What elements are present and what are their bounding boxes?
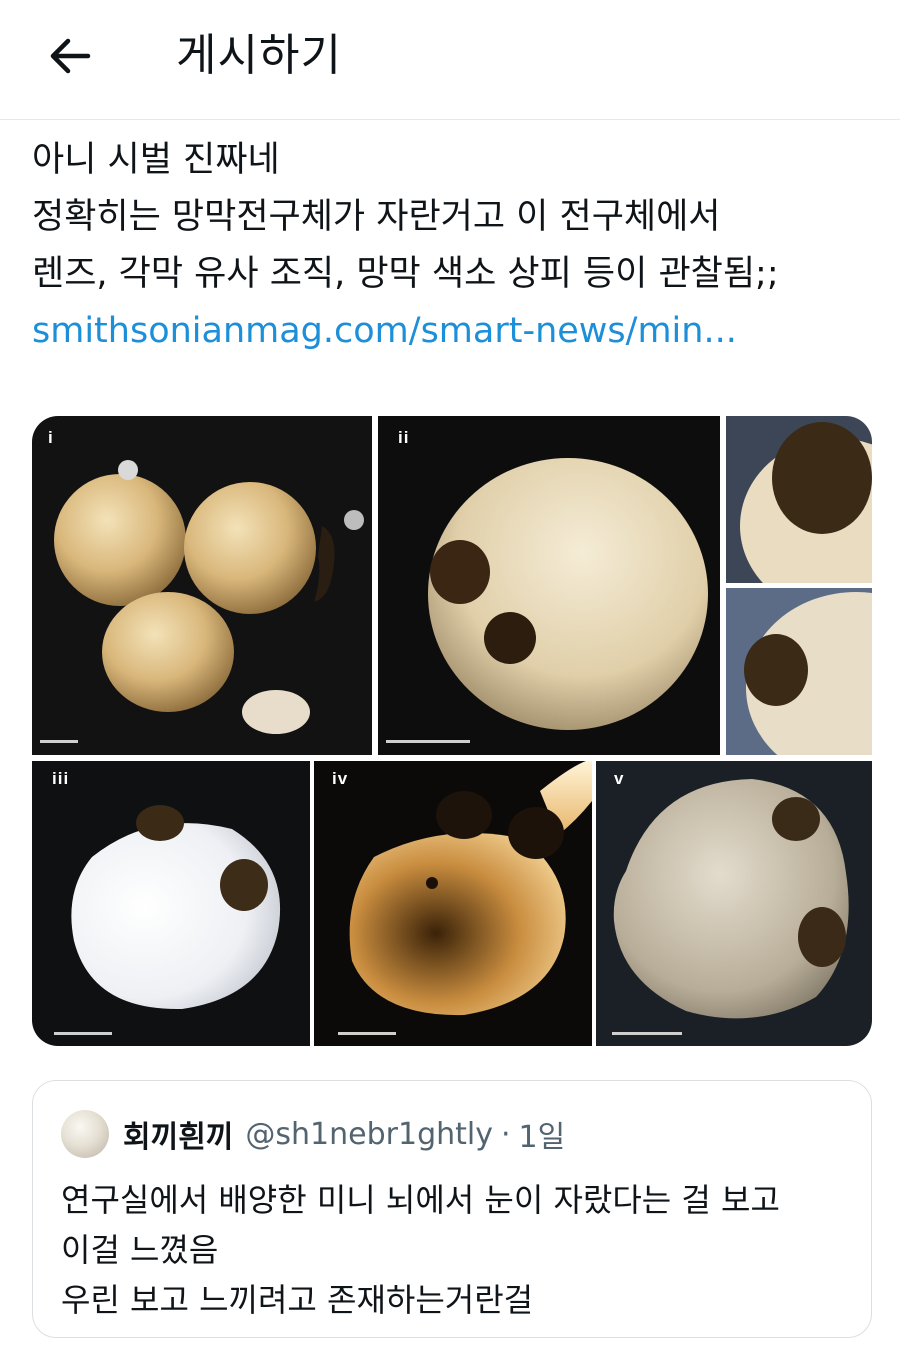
quoted-post-body: 연구실에서 배양한 미니 뇌에서 눈이 자랐다는 걸 보고 이걸 느꼈음 우린 … bbox=[61, 1175, 780, 1325]
scale-bar bbox=[54, 1032, 112, 1035]
arrow-left-icon bbox=[50, 38, 91, 74]
quoted-post[interactable]: 회끼흰끼 @sh1nebr1ghtly · 1일 연구실에서 배양한 미니 뇌에… bbox=[32, 1080, 872, 1338]
page-title: 게시하기 bbox=[176, 30, 342, 81]
post-line: 정확히는 망막전구체가 자란거고 이 전구체에서 bbox=[32, 197, 721, 237]
image-panel-iv: iv bbox=[314, 761, 592, 1046]
scale-bar bbox=[40, 740, 78, 743]
author-name[interactable]: 회끼흰끼 bbox=[123, 1112, 233, 1156]
panel-label: v bbox=[614, 769, 625, 788]
post-timestamp[interactable]: 1일 bbox=[519, 1112, 566, 1156]
separator-dot: · bbox=[500, 1116, 511, 1152]
scale-bar bbox=[612, 1032, 682, 1035]
panel-label: i bbox=[48, 428, 54, 447]
quoted-line: 연구실에서 배양한 미니 뇌에서 눈이 자랐다는 걸 보고 bbox=[61, 1181, 780, 1219]
quoted-post-header: 회끼흰끼 @sh1nebr1ghtly · 1일 bbox=[61, 1109, 565, 1159]
image-panel-ii-inset-top bbox=[726, 416, 872, 583]
post-image[interactable]: i ii iii iv v bbox=[32, 416, 872, 1046]
image-panel-iii: iii bbox=[32, 761, 310, 1046]
image-panel-ii-inset-bottom bbox=[726, 588, 872, 755]
scale-bar bbox=[338, 1032, 396, 1035]
panel-label: iii bbox=[52, 769, 70, 788]
post-body: 아니 시벌 진짜네 정확히는 망막전구체가 자란거고 이 전구체에서 렌즈, 각… bbox=[32, 132, 882, 360]
top-bar: 게시하기 bbox=[0, 0, 900, 120]
image-panel-i: i bbox=[32, 416, 372, 755]
avatar[interactable] bbox=[61, 1110, 109, 1158]
back-button[interactable] bbox=[40, 28, 100, 84]
image-panel-v: v bbox=[596, 761, 872, 1046]
image-panel-ii: ii bbox=[378, 416, 720, 755]
post-link[interactable]: smithsonianmag.com/smart-news/min... bbox=[32, 303, 882, 360]
quoted-line: 우린 보고 느끼려고 존재하는거란걸 bbox=[61, 1281, 534, 1319]
author-handle[interactable]: @sh1nebr1ghtly bbox=[245, 1117, 493, 1152]
panel-label: iv bbox=[332, 769, 349, 788]
scale-bar bbox=[386, 740, 470, 743]
post-line: 아니 시벌 진짜네 bbox=[32, 140, 280, 180]
panel-label: ii bbox=[398, 428, 410, 447]
quoted-line: 이걸 느꼈음 bbox=[61, 1231, 219, 1269]
post-line: 렌즈, 각막 유사 조직, 망막 색소 상피 등이 관찰됨;; bbox=[32, 254, 779, 294]
